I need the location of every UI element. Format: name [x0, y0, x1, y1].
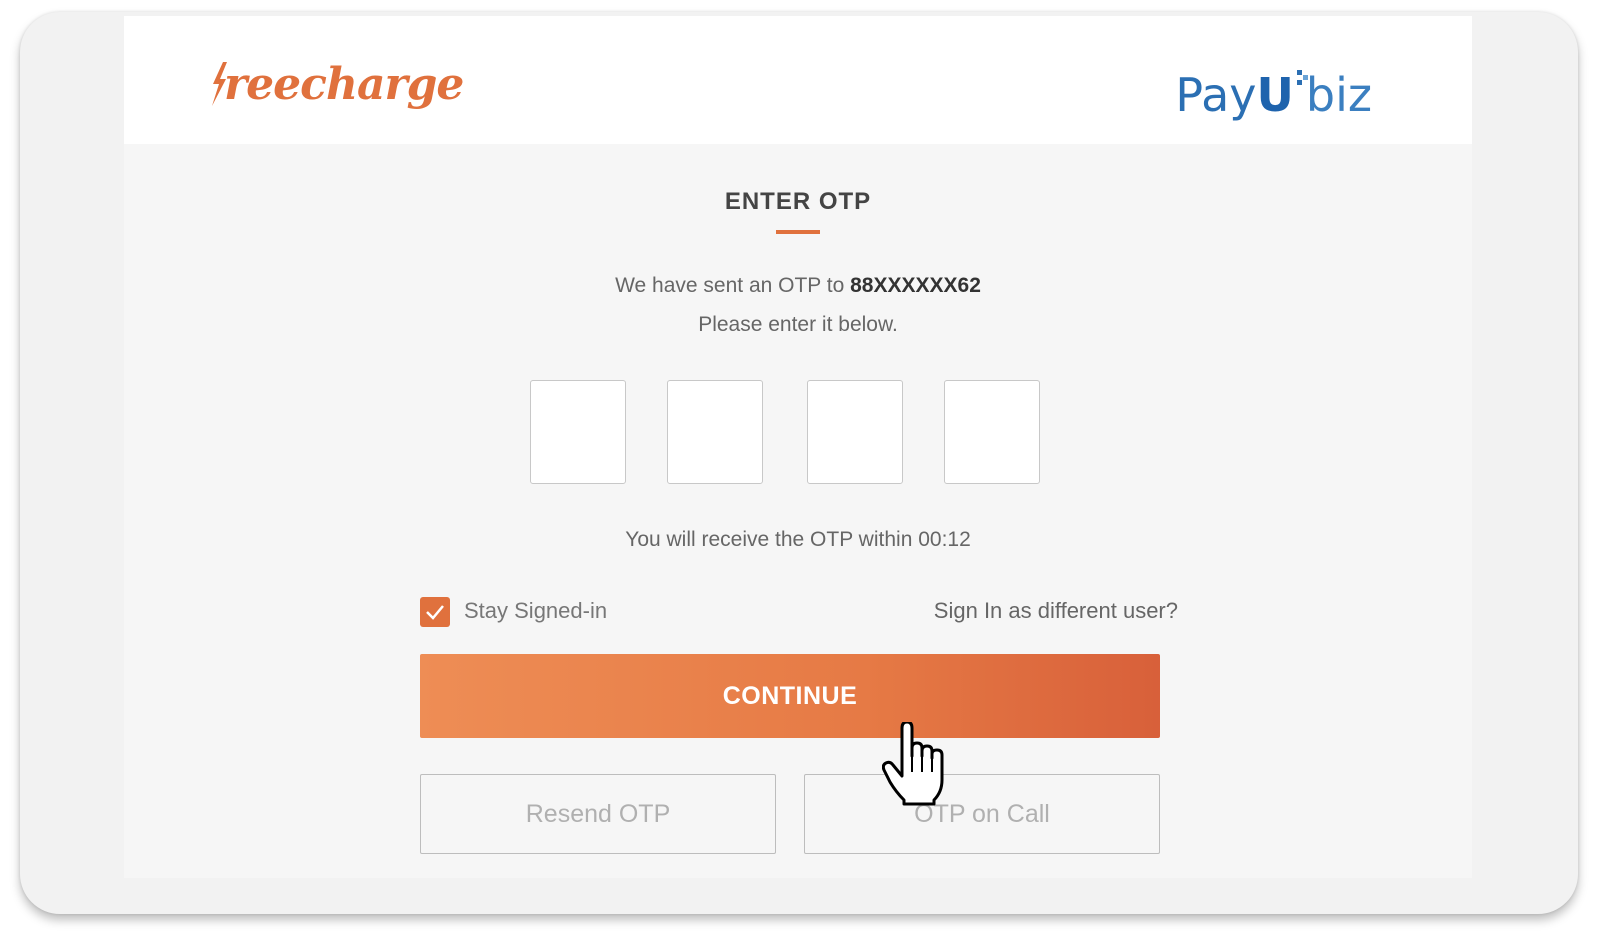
payu-logo-u-letter: U [1256, 68, 1294, 122]
hand-pointer-cursor-icon [882, 722, 944, 806]
header-bar: reecharge Pay U biz [124, 16, 1472, 144]
otp-on-call-button[interactable]: OTP on Call [804, 774, 1160, 854]
page-title: ENTER OTP [724, 188, 872, 215]
payu-biz-logo: Pay U biz [1175, 52, 1372, 122]
payu-logo-u: U [1256, 68, 1308, 122]
otp-digit-input-3[interactable] [807, 380, 903, 484]
otp-digit-input-2[interactable] [667, 380, 763, 484]
continue-button[interactable]: CONTINUE [420, 654, 1160, 738]
payu-logo-pay: Pay [1175, 68, 1257, 122]
otp-instruction: Please enter it below. [698, 313, 898, 336]
otp-digit-input-1[interactable] [530, 380, 626, 484]
stay-signed-in-checkbox[interactable] [420, 597, 450, 627]
otp-digit-input-4[interactable] [944, 380, 1040, 484]
otp-card: reecharge Pay U biz ENTER OTP We have se… [124, 16, 1472, 878]
window-frame: reecharge Pay U biz ENTER OTP We have se… [20, 12, 1578, 914]
resend-otp-button[interactable]: Resend OTP [420, 774, 776, 854]
otp-sent-prefix: We have sent an OTP to [615, 274, 851, 297]
freecharge-logo-text: reecharge [224, 58, 464, 110]
title-underline [776, 230, 820, 234]
otp-timer-text: You will receive the OTP within 00:12 [625, 528, 971, 551]
otp-sent-message: We have sent an OTP to 88XXXXXX62 [124, 274, 1472, 298]
payu-logo-biz: biz [1305, 68, 1372, 122]
sign-in-different-user-link[interactable]: Sign In as different user? [934, 598, 1178, 624]
pixel-dots-icon [1296, 70, 1308, 85]
check-icon [426, 605, 444, 620]
freecharge-logo: reecharge [210, 54, 464, 114]
stay-signed-in-label[interactable]: Stay Signed-in [464, 598, 607, 624]
masked-phone-number: 88XXXXXX62 [850, 274, 981, 297]
